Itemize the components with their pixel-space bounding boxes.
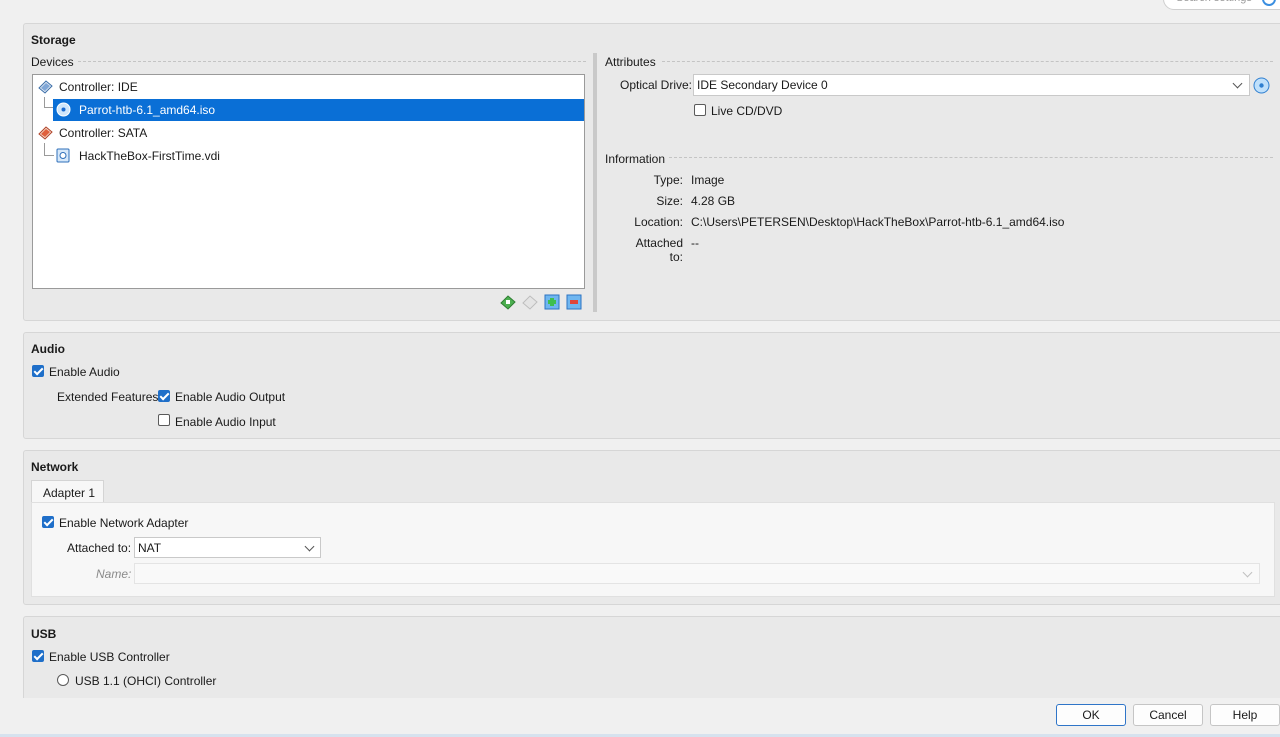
chevron-down-icon [1232, 78, 1243, 89]
usb11-radio[interactable] [57, 674, 69, 686]
help-button[interactable]: Help [1210, 704, 1280, 726]
enable-audio-input-label: Enable Audio Input [175, 415, 276, 429]
choose-disk-icon[interactable] [1253, 77, 1270, 97]
tree-item-hackthebox-vdi[interactable]: HackTheBox-FirstTime.vdi [53, 145, 584, 167]
add-attachment-icon[interactable] [544, 294, 560, 313]
hard-disk-icon [56, 148, 70, 163]
tree-item-label: Controller: IDE [59, 80, 138, 94]
attributes-label: Attributes [605, 55, 656, 69]
tree-item-label: HackTheBox-FirstTime.vdi [79, 149, 220, 163]
tree-item-parrot-iso[interactable]: Parrot-htb-6.1_amd64.iso [53, 99, 584, 121]
enable-network-adapter-label: Enable Network Adapter [59, 516, 189, 530]
attached-to-value: NAT [138, 541, 162, 555]
tab-adapter-1[interactable]: Adapter 1 [31, 480, 104, 503]
splitter-handle[interactable] [593, 53, 597, 312]
size-label: Size: [656, 194, 683, 208]
ide-controller-icon [38, 80, 53, 94]
attached-to-value: -- [691, 236, 699, 250]
optical-disc-icon [56, 102, 71, 117]
attached-to-select[interactable]: NAT [134, 537, 321, 558]
tree-item-controller-ide[interactable]: Controller: IDE [33, 76, 584, 98]
type-value: Image [691, 173, 725, 187]
information-label: Information [605, 152, 666, 166]
tree-item-controller-sata[interactable]: Controller: SATA [33, 122, 584, 144]
tree-item-label: Controller: SATA [59, 126, 148, 140]
sata-controller-icon [38, 126, 53, 140]
chevron-down-icon [1242, 567, 1253, 578]
enable-usb-controller-checkbox[interactable] [32, 650, 44, 662]
remove-controller-icon[interactable] [522, 294, 538, 313]
ok-button[interactable]: OK [1056, 704, 1126, 726]
type-label: Type: [653, 173, 683, 187]
enable-audio-output-label: Enable Audio Output [175, 390, 286, 404]
extended-features-label: Extended Features: [57, 390, 162, 404]
devices-label: Devices [31, 55, 74, 69]
attached-to-label: Attached to: [635, 236, 683, 264]
devices-tree[interactable]: Controller: IDE Parrot-htb-6.1_amd64.iso… [32, 74, 585, 289]
optical-drive-label: Optical Drive: [620, 78, 693, 92]
usb-section [23, 616, 1280, 706]
audio-title: Audio [31, 342, 65, 356]
tab-adapter-1-label: Adapter 1 [43, 486, 96, 500]
attached-to-label: Attached to: [67, 541, 132, 555]
enable-audio-input-checkbox[interactable] [158, 414, 170, 426]
information-divider [669, 157, 1273, 158]
usb-title: USB [31, 627, 57, 641]
storage-title: Storage [31, 33, 76, 47]
tree-item-label: Parrot-htb-6.1_amd64.iso [79, 103, 216, 117]
attributes-divider [662, 61, 1273, 62]
optical-drive-value: IDE Secondary Device 0 [697, 78, 828, 92]
location-value: C:\Users\PETERSEN\Desktop\HackTheBox\Par… [691, 215, 1065, 229]
enable-network-adapter-checkbox[interactable] [42, 516, 54, 528]
live-cd-label: Live CD/DVD [711, 104, 783, 118]
chevron-down-icon [304, 541, 315, 552]
add-controller-icon[interactable] [500, 294, 516, 313]
size-value: 4.28 GB [691, 194, 736, 208]
cancel-button[interactable]: Cancel [1133, 704, 1203, 726]
enable-audio-output-checkbox[interactable] [158, 390, 170, 402]
optical-drive-select[interactable]: IDE Secondary Device 0 [693, 74, 1250, 96]
enable-usb-controller-label: Enable USB Controller [49, 650, 170, 664]
remove-attachment-icon[interactable] [566, 294, 582, 313]
devices-divider [78, 61, 586, 62]
enable-audio-label: Enable Audio [49, 365, 120, 379]
enable-audio-checkbox[interactable] [32, 365, 44, 377]
name-select[interactable] [134, 563, 1260, 584]
name-label: Name: [96, 567, 132, 581]
usb11-label: USB 1.1 (OHCI) Controller [75, 674, 217, 688]
location-label: Location: [634, 215, 683, 229]
live-cd-checkbox[interactable] [694, 104, 706, 116]
network-title: Network [31, 460, 79, 474]
